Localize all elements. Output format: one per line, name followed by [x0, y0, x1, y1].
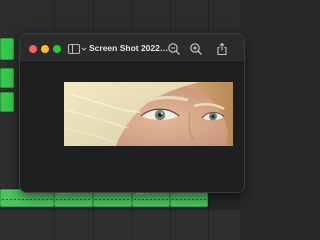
region-notes [56, 199, 91, 200]
track-lane[interactable] [0, 210, 240, 240]
region-notes [172, 199, 206, 200]
zoom-in-icon[interactable] [189, 42, 203, 56]
window-title: Screen Shot 2022… [89, 43, 169, 53]
share-icon[interactable] [215, 42, 229, 56]
midi-region[interactable] [0, 38, 14, 60]
midi-region[interactable] [0, 92, 14, 112]
title-bar[interactable]: Screen Shot 2022… [20, 34, 244, 63]
preview-window: Screen Shot 2022… [19, 33, 245, 193]
region-notes [134, 199, 168, 200]
region-notes [2, 199, 52, 200]
zoom-button[interactable] [53, 45, 61, 53]
zoom-out-icon[interactable] [167, 42, 181, 56]
track-lane[interactable] [0, 0, 240, 37]
minimize-button[interactable] [41, 45, 49, 53]
region-notes [95, 199, 130, 200]
close-button[interactable] [29, 45, 37, 53]
image-canvas[interactable] [20, 63, 244, 192]
sidebar-icon[interactable] [67, 42, 87, 56]
midi-region[interactable] [0, 68, 14, 88]
photo [64, 82, 233, 146]
